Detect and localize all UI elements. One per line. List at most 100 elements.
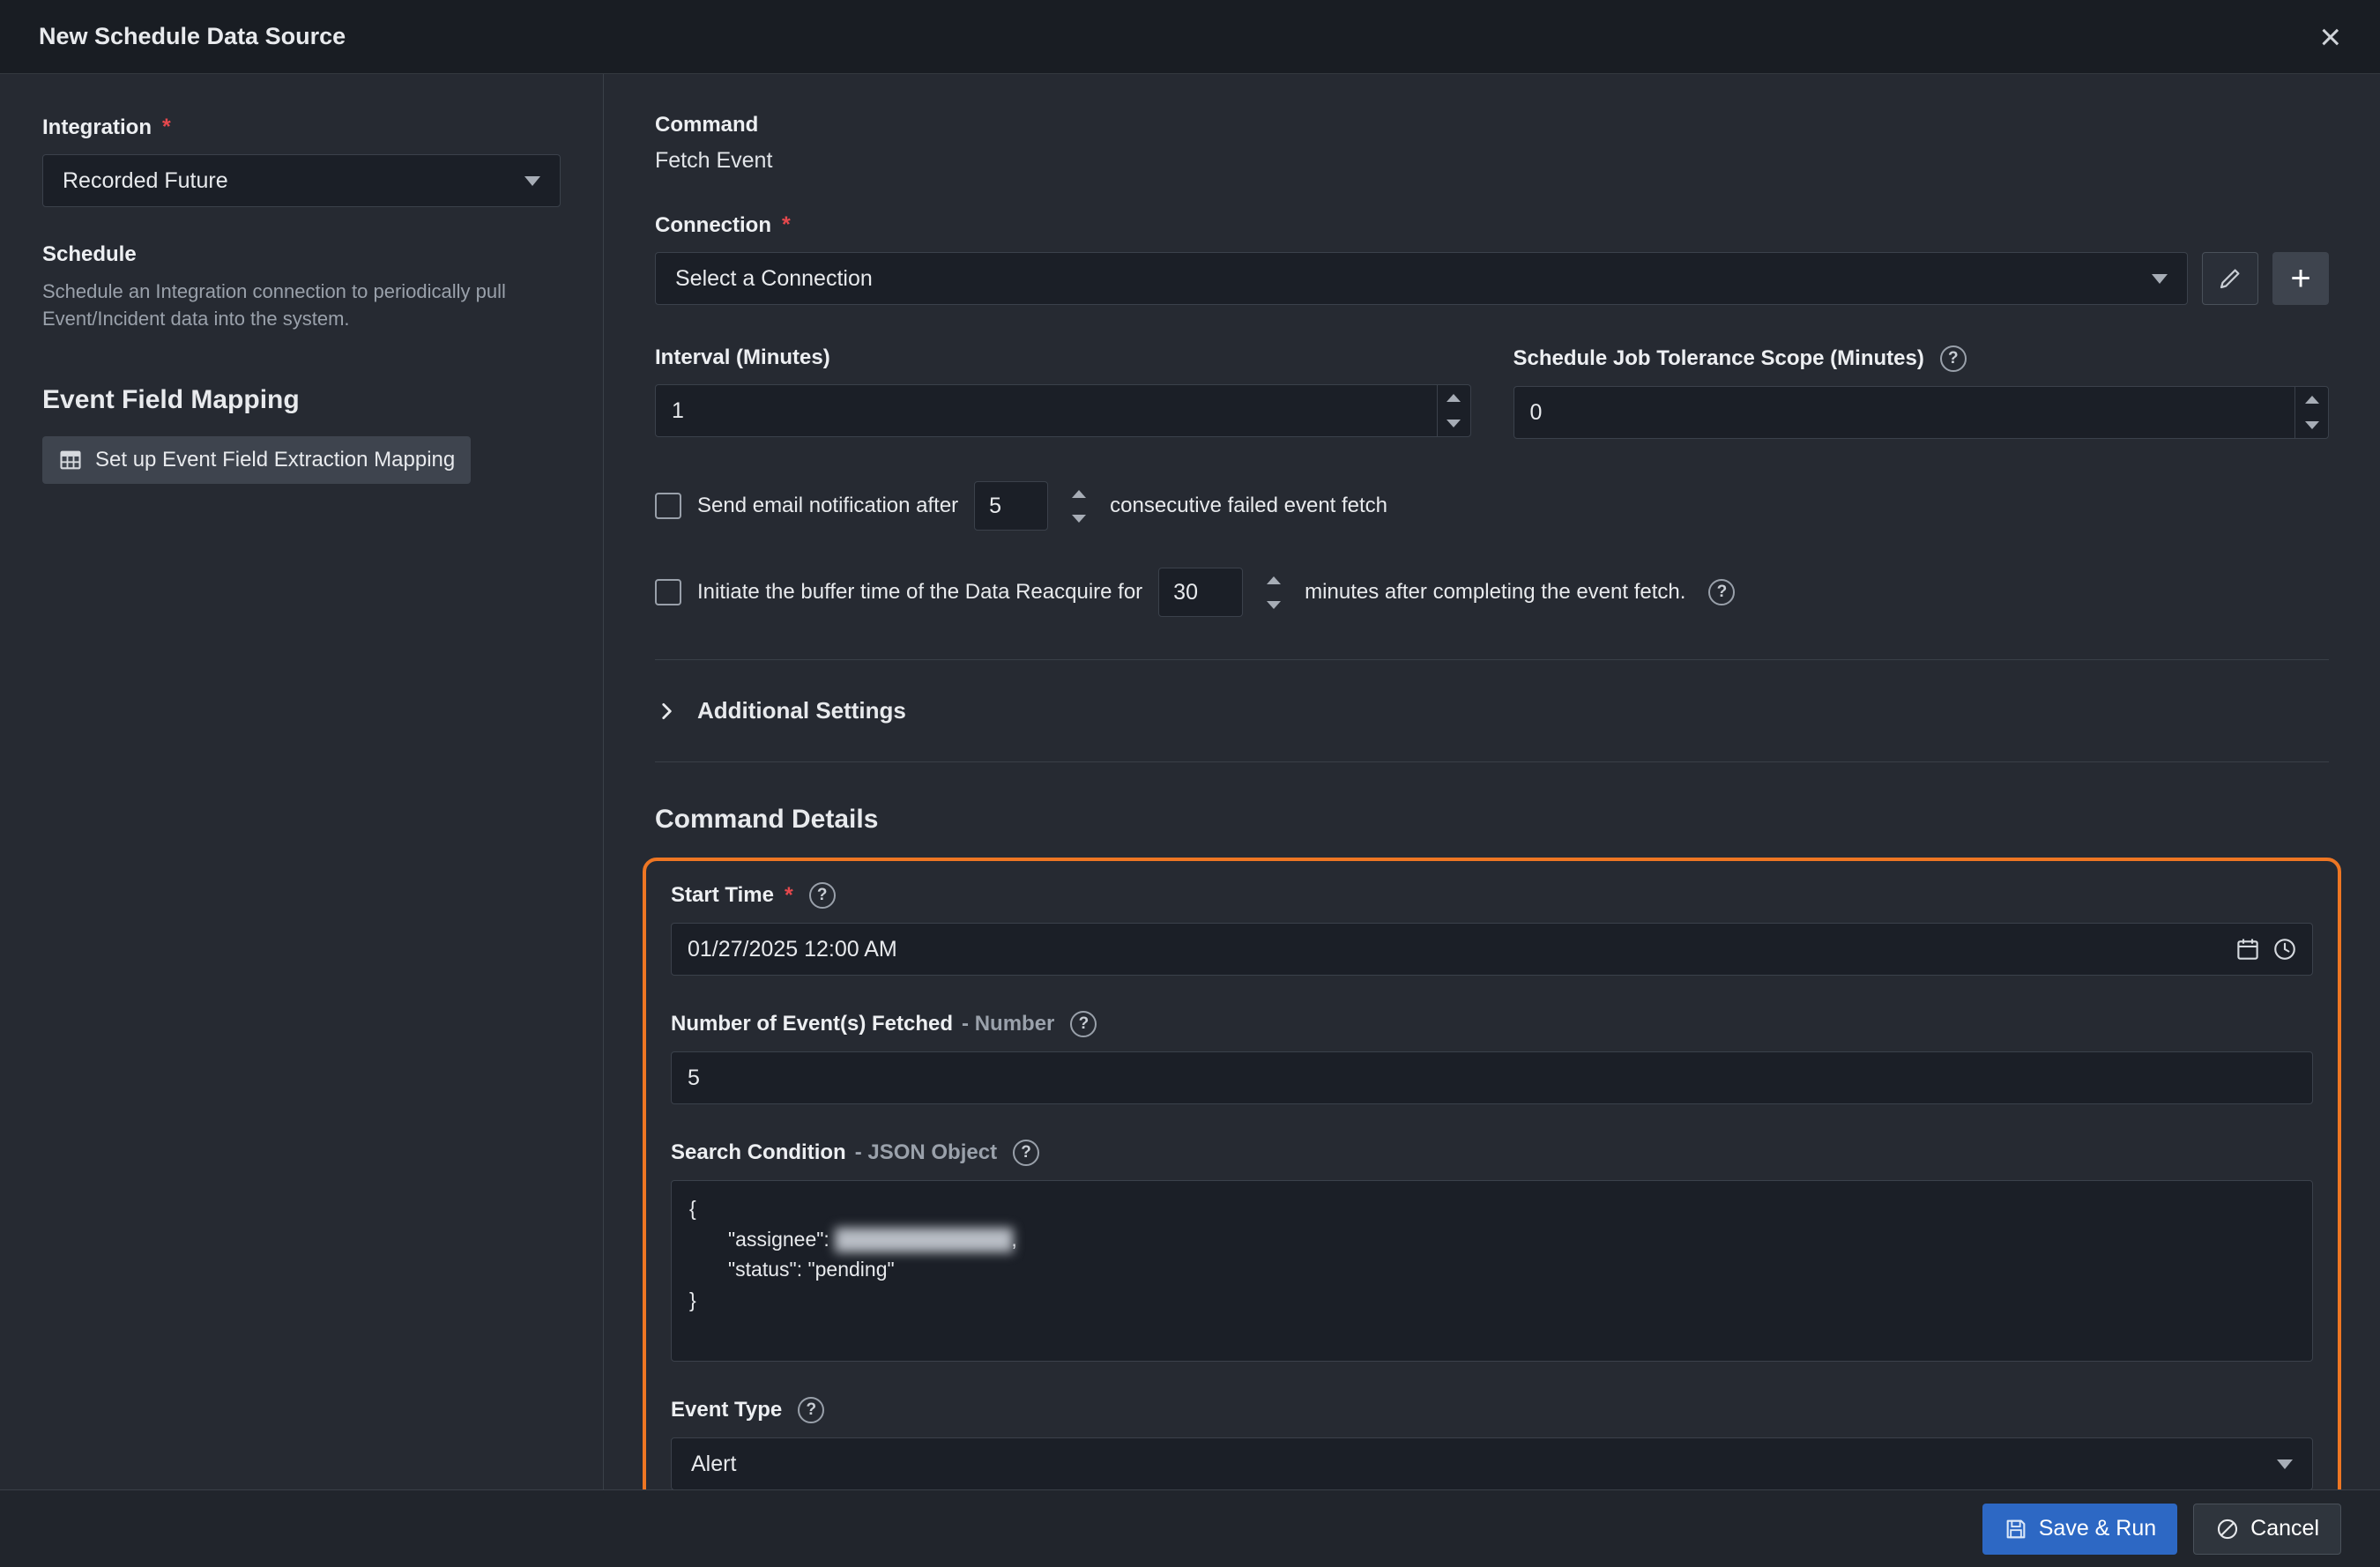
- buffer-minutes-stepper[interactable]: [1259, 568, 1289, 617]
- json-assignee-value-redacted: ██████████████: [835, 1228, 1011, 1251]
- connection-select[interactable]: Select a Connection: [655, 252, 2188, 305]
- email-notification-checkbox[interactable]: [655, 493, 681, 519]
- help-icon[interactable]: ?: [1940, 345, 1967, 372]
- tolerance-label-row: Schedule Job Tolerance Scope (Minutes) ?: [1514, 345, 2330, 372]
- additional-settings-toggle[interactable]: Additional Settings: [655, 697, 2329, 724]
- cancel-button[interactable]: Cancel: [2193, 1504, 2341, 1555]
- close-icon[interactable]: ×: [2319, 19, 2341, 56]
- json-line-assignee: "assignee": ██████████████,: [689, 1224, 2294, 1255]
- stepper-down-icon[interactable]: [1438, 411, 1470, 436]
- search-condition-textarea[interactable]: { "assignee": ██████████████, "status": …: [671, 1180, 2313, 1362]
- edit-connection-button[interactable]: [2202, 252, 2258, 305]
- email-threshold-stepper[interactable]: [1064, 481, 1094, 531]
- event-type-label-row: Event Type ?: [671, 1397, 2313, 1423]
- interval-tolerance-row: Interval (Minutes) 1 Schedule Job Tolera…: [655, 345, 2329, 439]
- email-notification-label-before: Send email notification after: [697, 494, 958, 518]
- event-type-label: Event Type: [671, 1398, 782, 1422]
- divider: [655, 659, 2329, 660]
- email-threshold-value: 5: [975, 494, 1047, 519]
- required-asterisk: *: [162, 115, 171, 140]
- start-time-value: 01/27/2025 12:00 AM: [672, 937, 2235, 962]
- integration-select[interactable]: Recorded Future: [42, 154, 561, 207]
- dialog-body: Integration * Recorded Future Schedule S…: [0, 74, 2380, 1489]
- stepper-up-icon[interactable]: [1259, 568, 1289, 592]
- table-grid-icon: [58, 448, 83, 472]
- setup-field-mapping-button[interactable]: Set up Event Field Extraction Mapping: [42, 436, 471, 484]
- events-fetched-input[interactable]: 5: [671, 1051, 2313, 1104]
- buffer-time-checkbox[interactable]: [655, 579, 681, 605]
- stepper-up-icon[interactable]: [2295, 387, 2328, 412]
- help-icon[interactable]: ?: [1070, 1011, 1097, 1037]
- interval-value: 1: [656, 398, 1437, 424]
- buffer-time-row: Initiate the buffer time of the Data Rea…: [655, 568, 2329, 617]
- add-connection-button[interactable]: +: [2272, 252, 2329, 305]
- connection-label-row: Connection *: [655, 212, 2329, 238]
- chevron-down-icon: [2277, 1459, 2293, 1469]
- json-line-status: "status": "pending": [689, 1254, 2294, 1285]
- connection-select-placeholder: Select a Connection: [675, 266, 873, 292]
- search-condition-label-row: Search Condition - JSON Object ?: [671, 1140, 2313, 1166]
- search-condition-label: Search Condition: [671, 1140, 846, 1165]
- email-notification-label-after: consecutive failed event fetch: [1110, 494, 1387, 518]
- help-icon[interactable]: ?: [809, 882, 836, 909]
- connection-label: Connection: [655, 213, 771, 238]
- dialog-title: New Schedule Data Source: [39, 23, 346, 50]
- chevron-down-icon: [2152, 274, 2168, 284]
- json-line-close: }: [689, 1285, 2294, 1316]
- tolerance-value: 0: [1514, 400, 2295, 426]
- integration-select-value: Recorded Future: [63, 168, 228, 194]
- pencil-icon: [2217, 265, 2243, 292]
- start-time-label-row: Start Time * ?: [671, 882, 2313, 909]
- cancel-icon: [2215, 1517, 2240, 1541]
- setup-field-mapping-label: Set up Event Field Extraction Mapping: [95, 448, 455, 472]
- event-type-select[interactable]: Alert: [671, 1437, 2313, 1490]
- schedule-label-text: Schedule: [42, 242, 137, 267]
- tolerance-column: Schedule Job Tolerance Scope (Minutes) ?…: [1514, 345, 2330, 439]
- schedule-label: Schedule: [42, 242, 561, 267]
- command-details-highlight-box: Start Time * ? 01/27/2025 12:00 AM: [643, 858, 2341, 1524]
- stepper-up-icon[interactable]: [1064, 481, 1094, 506]
- buffer-minutes-input[interactable]: 30: [1158, 568, 1243, 617]
- start-time-input[interactable]: 01/27/2025 12:00 AM: [671, 923, 2313, 976]
- additional-settings-label: Additional Settings: [697, 697, 906, 724]
- json-assignee-key: "assignee":: [728, 1228, 835, 1251]
- clock-icon[interactable]: [2272, 936, 2298, 962]
- help-icon[interactable]: ?: [1708, 579, 1735, 605]
- tolerance-stepper[interactable]: [2294, 387, 2328, 438]
- event-field-mapping-heading: Event Field Mapping: [42, 385, 561, 415]
- sidebar: Integration * Recorded Future Schedule S…: [0, 74, 604, 1489]
- calendar-icon[interactable]: [2235, 936, 2261, 962]
- buffer-time-label-before: Initiate the buffer time of the Data Rea…: [697, 580, 1142, 605]
- buffer-minutes-value: 30: [1159, 580, 1242, 605]
- main-panel: Command Fetch Event Connection * Select …: [604, 74, 2380, 1489]
- stepper-down-icon[interactable]: [1064, 506, 1094, 531]
- help-icon[interactable]: ?: [798, 1397, 824, 1423]
- datetime-icons: [2235, 936, 2298, 962]
- plus-icon: +: [2290, 259, 2310, 299]
- events-fetched-label-row: Number of Event(s) Fetched - Number ?: [671, 1011, 2313, 1037]
- integration-label: Integration: [42, 115, 152, 140]
- required-asterisk: *: [782, 212, 791, 238]
- stepper-up-icon[interactable]: [1438, 385, 1470, 411]
- command-details-heading: Command Details: [655, 805, 2329, 835]
- email-threshold-input[interactable]: 5: [974, 481, 1048, 531]
- stepper-down-icon[interactable]: [1259, 592, 1289, 617]
- divider: [655, 761, 2329, 762]
- command-label-text: Command: [655, 113, 758, 137]
- command-value: Fetch Event: [655, 148, 2329, 174]
- required-asterisk: *: [785, 883, 793, 909]
- help-icon[interactable]: ?: [1013, 1140, 1039, 1166]
- interval-stepper[interactable]: [1437, 385, 1470, 436]
- json-line-open: {: [689, 1193, 2294, 1224]
- stepper-down-icon[interactable]: [2295, 412, 2328, 438]
- tolerance-label: Schedule Job Tolerance Scope (Minutes): [1514, 346, 1924, 371]
- chevron-right-icon: [655, 700, 678, 723]
- save-and-run-button[interactable]: Save & Run: [1982, 1504, 2177, 1555]
- events-fetched-label: Number of Event(s) Fetched: [671, 1012, 953, 1036]
- new-schedule-data-source-dialog: New Schedule Data Source × Integration *…: [0, 0, 2380, 1567]
- interval-input[interactable]: 1: [655, 384, 1471, 437]
- json-assignee-comma: ,: [1011, 1228, 1016, 1251]
- interval-label-text: Interval (Minutes): [655, 345, 830, 370]
- tolerance-input[interactable]: 0: [1514, 386, 2330, 439]
- buffer-time-label-after: minutes after completing the event fetch…: [1305, 580, 1685, 605]
